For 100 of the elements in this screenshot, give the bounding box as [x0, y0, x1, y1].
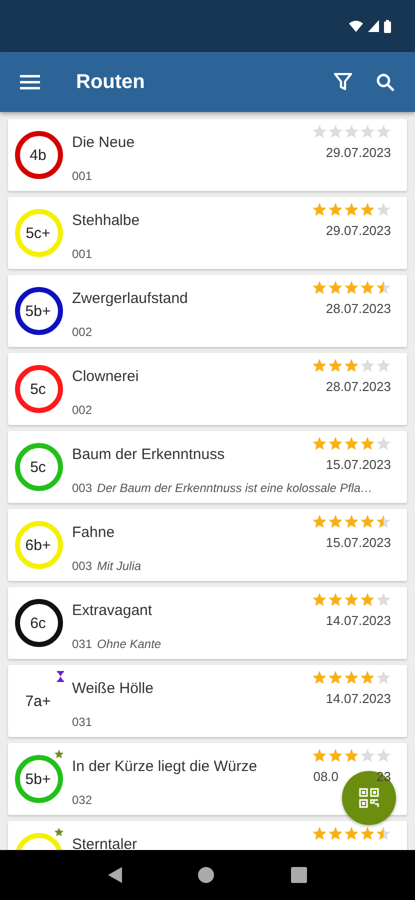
rating-star-icon — [360, 826, 375, 841]
rating-star-icon — [344, 358, 359, 373]
rating-star-icon — [376, 358, 391, 373]
rating-star-icon — [360, 592, 375, 607]
rating-star-icon — [360, 358, 375, 373]
rating-star-icon — [360, 514, 375, 529]
rating-star-icon — [312, 826, 327, 841]
battery-icon — [384, 20, 391, 32]
route-date: 15.07.2023 — [326, 457, 391, 472]
rating-star-icon — [344, 748, 359, 763]
filter-icon[interactable] — [334, 73, 352, 91]
route-name: In der Kürze liegt die Würze — [72, 758, 258, 775]
grade-label: 6b+ — [25, 536, 51, 554]
signal-icon — [368, 20, 379, 32]
rating-star-icon — [376, 202, 391, 217]
rating-star-icon — [360, 436, 375, 451]
rating-star-icon — [376, 826, 391, 841]
route-number: 003 — [72, 559, 92, 573]
grade-label: 5c — [30, 458, 46, 476]
route-card[interactable]: 6c Extravagant 031 Ohne Kante 14.07.2023 — [8, 587, 407, 659]
route-name: Die Neue — [72, 134, 136, 151]
route-name: Sterntaler — [72, 836, 138, 850]
rating-star-icon — [344, 592, 359, 607]
route-card[interactable]: 6b+ Fahne 003 Mit Julia 15.07.2023 — [8, 509, 407, 581]
route-number: 002 — [72, 325, 92, 339]
route-note: Mit Julia — [97, 559, 142, 573]
rating-star-icon — [328, 592, 343, 607]
rating-star-icon — [312, 358, 327, 373]
rating-star-icon — [376, 280, 391, 295]
wifi-icon — [349, 20, 363, 32]
route-name: Stehhalbe — [72, 212, 141, 229]
route-date: 28.07.2023 — [326, 301, 391, 316]
route-date: 14.07.2023 — [326, 613, 391, 628]
route-card[interactable]: Sterntaler — [8, 821, 407, 850]
grade-label: 5c+ — [26, 224, 50, 242]
rating-star-icon — [312, 670, 327, 685]
rating-star-icon — [344, 670, 359, 685]
route-number: 031 — [72, 637, 92, 651]
rating-star-icon — [328, 124, 343, 139]
rating-star-icon — [344, 202, 359, 217]
rating-star-icon — [344, 280, 359, 295]
rating-star-icon — [376, 592, 391, 607]
rating-star-icon — [344, 124, 359, 139]
rating-star-icon — [312, 124, 327, 139]
rating-star-icon — [360, 670, 375, 685]
grade-label: 5b+ — [25, 770, 51, 788]
back-icon[interactable] — [108, 867, 122, 883]
route-number: 003 — [72, 481, 92, 495]
rating-star-icon — [312, 514, 327, 529]
route-card[interactable]: 4b Die Neue 001 29.07.2023 — [8, 119, 407, 191]
rating-star-icon — [312, 202, 327, 217]
rating-star-icon — [376, 514, 391, 529]
route-date: 29.07.2023 — [326, 223, 391, 238]
menu-icon[interactable] — [20, 74, 40, 90]
route-card[interactable]: 5b+ Zwergerlaufstand 002 28.07.2023 — [8, 275, 407, 347]
route-number: 031 — [72, 715, 92, 729]
rating-star-icon — [360, 202, 375, 217]
rating-star-icon — [360, 124, 375, 139]
route-name: Weiße Hölle — [72, 680, 154, 697]
rating-star-icon — [328, 514, 343, 529]
route-card[interactable]: 5c Baum der Erkenntnuss 003 Der Baum der Erkenntnuss ist eine kolossale Pfla… 15.07.2023 — [8, 431, 407, 503]
rating-star-icon — [328, 826, 343, 841]
rating-star-icon — [376, 670, 391, 685]
rating-star-icon — [328, 358, 343, 373]
route-date: 14.07.2023 — [326, 691, 391, 706]
rating-star-icon — [312, 748, 327, 763]
route-card[interactable]: 7a+ Weiße Hölle 031 14.07.2023 — [8, 665, 407, 737]
route-card[interactable]: 5c+ Stehhalbe 001 29.07.2023 — [8, 197, 407, 269]
rating-star-icon — [344, 436, 359, 451]
search-icon[interactable] — [376, 72, 395, 92]
route-note: Ohne Kante — [97, 637, 162, 651]
rating-star-icon — [312, 280, 327, 295]
grade-label: 7a+ — [25, 692, 51, 710]
route-name: Extravagant — [72, 602, 154, 619]
rating-star-icon — [328, 670, 343, 685]
rating-star-icon — [376, 748, 391, 763]
rating-star-icon — [328, 436, 343, 451]
route-name: Zwergerlaufstand — [72, 290, 189, 307]
route-note: Der Baum der Erkenntnuss ist eine kolossale Pfla… — [97, 481, 372, 495]
rating-star-icon — [360, 280, 375, 295]
qr-code-icon — [359, 788, 379, 808]
route-date: 28.07.2023 — [326, 379, 391, 394]
rating-star-icon — [312, 592, 327, 607]
rating-star-icon — [344, 514, 359, 529]
screen-title: Routen — [76, 70, 146, 94]
route-card[interactable]: 5c Clownerei 002 28.07.2023 — [8, 353, 407, 425]
grade-label: 4b — [30, 146, 46, 164]
route-number: 032 — [72, 793, 92, 807]
rating-star-icon — [360, 748, 375, 763]
grade-label: 5b+ — [25, 302, 51, 320]
home-icon[interactable] — [198, 867, 214, 883]
grade-label: 5c — [30, 380, 46, 398]
rating-star-icon — [328, 202, 343, 217]
route-name: Clownerei — [72, 368, 140, 385]
route-number: 001 — [72, 247, 92, 261]
recents-icon[interactable] — [290, 867, 307, 883]
rating-star-icon — [344, 826, 359, 841]
route-number: 002 — [72, 403, 92, 417]
rating-star-icon — [376, 124, 391, 139]
rating-star-icon — [328, 280, 343, 295]
